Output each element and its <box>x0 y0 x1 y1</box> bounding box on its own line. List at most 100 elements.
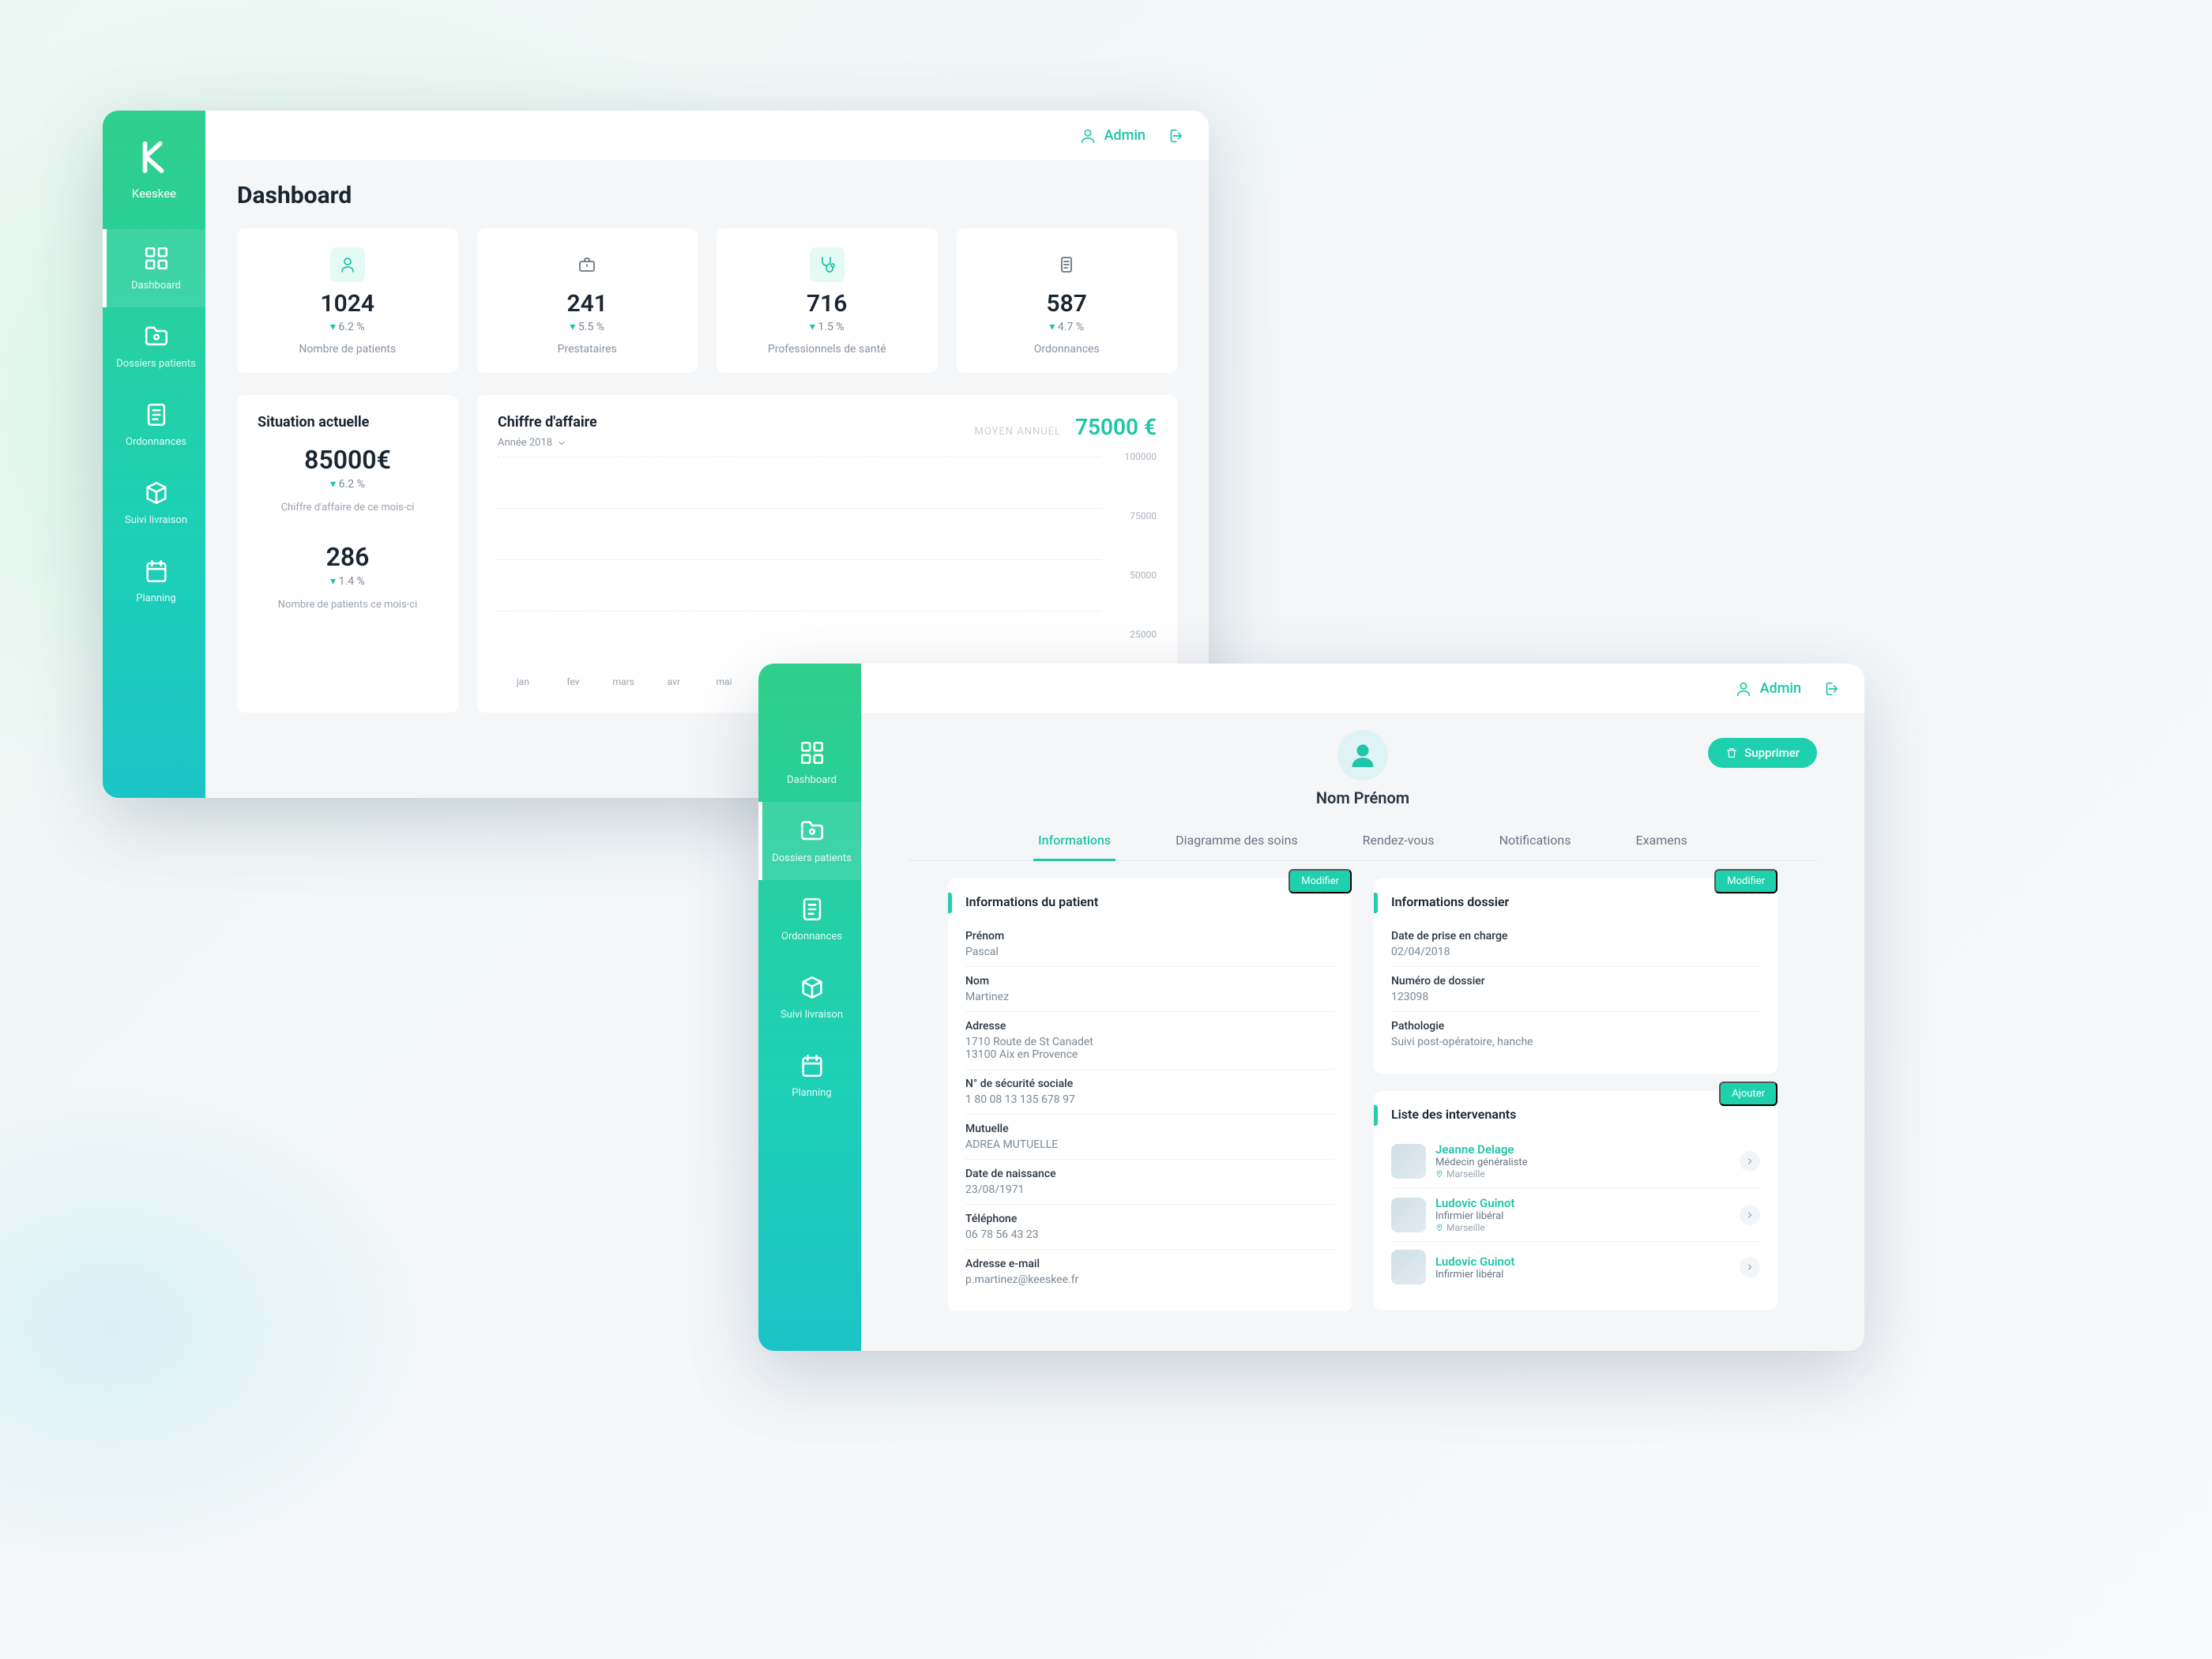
situation-revenue: 85000€ ▾ 6.2 % Chiffre d'affaire de ce m… <box>258 445 438 514</box>
intervenant-role: Infirmier libéral <box>1435 1269 1730 1281</box>
nav-label: Dossiers patients <box>116 358 196 370</box>
modify-button[interactable]: Modifier <box>1714 869 1778 893</box>
open-intervenant-button[interactable] <box>1740 1151 1760 1172</box>
user-avatar-icon <box>1349 741 1377 769</box>
page-title: Dashboard <box>237 182 1177 209</box>
nav-patients[interactable]: Dossiers patients <box>103 307 205 386</box>
y-tick: 100000 <box>1109 451 1157 462</box>
open-intervenant-button[interactable] <box>1740 1257 1760 1277</box>
briefcase-icon <box>570 247 604 282</box>
intervenant-photo <box>1391 1198 1426 1232</box>
document-icon <box>143 401 170 428</box>
topbar: Admin <box>205 111 1209 161</box>
card-title: Informations du patient <box>965 894 1334 909</box>
patient-main: Admin Nom Prénom Supprimer Informations … <box>861 664 1864 1351</box>
sit-delta: ▾ 6.2 % <box>258 478 438 491</box>
field-value: 23/08/1971 <box>965 1183 1334 1196</box>
delete-button[interactable]: Supprimer <box>1708 738 1817 768</box>
user-name: Admin <box>1760 680 1801 697</box>
tab-notifications[interactable]: Notifications <box>1495 822 1576 861</box>
tab-appointments[interactable]: Rendez-vous <box>1358 822 1439 861</box>
stat-delta: ▾ 5.5 % <box>487 321 689 333</box>
card-stripe <box>948 893 952 913</box>
nav-prescriptions[interactable]: Ordonnances <box>758 880 861 958</box>
modify-button[interactable]: Modifier <box>1288 869 1352 893</box>
stats-row: 1024 ▾ 6.2 % Nombre de patients 241 ▾ 5.… <box>237 228 1177 373</box>
intervenant-row: Ludovic Guinot Infirmier libéral Marseil… <box>1391 1188 1760 1242</box>
open-intervenant-button[interactable] <box>1740 1205 1760 1225</box>
field-value: 06 78 56 43 23 <box>965 1228 1334 1241</box>
avatar <box>1337 730 1388 781</box>
nav-prescriptions[interactable]: Ordonnances <box>103 386 205 464</box>
intervenant-name[interactable]: Ludovic Guinot <box>1435 1255 1730 1269</box>
nav-planning[interactable]: Planning <box>103 542 205 620</box>
col-left: Modifier Informations du patient PrénomP… <box>948 878 1352 1311</box>
box-icon <box>143 480 170 506</box>
year-selector[interactable]: Année 2018 <box>498 437 597 449</box>
x-tick: mars <box>598 670 649 694</box>
stat-patients: 1024 ▾ 6.2 % Nombre de patients <box>237 228 458 373</box>
nav-dashboard[interactable]: Dashboard <box>103 229 205 307</box>
add-button[interactable]: Ajouter <box>1719 1082 1778 1106</box>
field: NomMartinez <box>965 967 1334 1012</box>
card-title: Informations dossier <box>1391 894 1760 909</box>
document-icon <box>799 896 826 923</box>
intervenant-photo <box>1391 1250 1426 1285</box>
intervenants-card: Ajouter Liste des intervenants Jeanne De… <box>1374 1091 1778 1310</box>
field-value: 1710 Route de St Canadet13100 Aix en Pro… <box>965 1036 1334 1061</box>
intervenant-photo <box>1391 1144 1426 1179</box>
stat-label: Ordonnances <box>966 343 1168 356</box>
nav-delivery[interactable]: Suivi livraison <box>103 464 205 542</box>
logout-icon[interactable] <box>1822 680 1839 698</box>
trash-icon <box>1725 747 1738 759</box>
calendar-icon <box>799 1052 826 1079</box>
nav-delivery[interactable]: Suivi livraison <box>758 958 861 1036</box>
tab-exams[interactable]: Examens <box>1631 822 1692 861</box>
tab-informations[interactable]: Informations <box>1033 822 1115 861</box>
intervenant-name[interactable]: Jeanne Delage <box>1435 1142 1730 1157</box>
nav-patients[interactable]: Dossiers patients <box>758 802 861 880</box>
card-stripe <box>1374 893 1378 913</box>
field-label: Pathologie <box>1391 1020 1760 1033</box>
chevron-right-icon <box>1745 1210 1755 1220</box>
y-tick: 75000 <box>1109 510 1157 521</box>
folder-icon <box>143 323 170 350</box>
user-menu[interactable]: Admin <box>1735 680 1801 698</box>
sidebar: Dashboard Dossiers patients Ordonnances … <box>758 664 861 1351</box>
field-value: 123098 <box>1391 991 1760 1003</box>
nav-planning[interactable]: Planning <box>758 1036 861 1115</box>
intervenant-name[interactable]: Ludovic Guinot <box>1435 1196 1730 1210</box>
person-icon <box>330 247 365 282</box>
topbar: Admin <box>861 664 1864 714</box>
x-tick: fev <box>548 670 599 694</box>
field-value: Martinez <box>965 991 1334 1003</box>
nav-label: Ordonnances <box>126 436 186 448</box>
nav-label: Dashboard <box>787 774 837 786</box>
x-tick: jan <box>498 670 548 694</box>
sit-label: Nombre de patients ce mois-ci <box>258 599 438 611</box>
annual-label: MOYEN ANNUEL <box>974 426 1061 438</box>
intervenant-location: Marseille <box>1435 1222 1730 1233</box>
stat-value: 716 <box>726 290 928 318</box>
field-label: Prénom <box>965 930 1334 942</box>
user-menu[interactable]: Admin <box>1079 127 1146 145</box>
user-icon <box>1735 680 1752 698</box>
intervenant-location: Marseille <box>1435 1168 1730 1179</box>
field-label: N° de sécurité sociale <box>965 1078 1334 1090</box>
tab-diagram[interactable]: Diagramme des soins <box>1171 822 1303 861</box>
chevron-right-icon <box>1745 1262 1755 1272</box>
field-label: Téléphone <box>965 1213 1334 1225</box>
calendar-icon <box>143 558 170 585</box>
field-label: Date de prise en charge <box>1391 930 1760 942</box>
stat-health-pros: 716 ▾ 1.5 % Professionnels de santé <box>717 228 938 373</box>
patient-window: Dashboard Dossiers patients Ordonnances … <box>758 664 1864 1351</box>
logout-icon[interactable] <box>1166 127 1183 145</box>
stat-providers: 241 ▾ 5.5 % Prestataires <box>477 228 698 373</box>
patient-content: Nom Prénom Supprimer Informations Diagra… <box>861 714 1864 1351</box>
sit-value: 286 <box>258 542 438 572</box>
field: N° de sécurité sociale1 80 08 13 135 678… <box>965 1070 1334 1115</box>
field-label: Numéro de dossier <box>1391 975 1760 988</box>
field-value: p.martinez@keeskee.fr <box>965 1273 1334 1286</box>
nav-dashboard[interactable]: Dashboard <box>758 724 861 802</box>
field: MutuelleADREA MUTUELLE <box>965 1115 1334 1160</box>
